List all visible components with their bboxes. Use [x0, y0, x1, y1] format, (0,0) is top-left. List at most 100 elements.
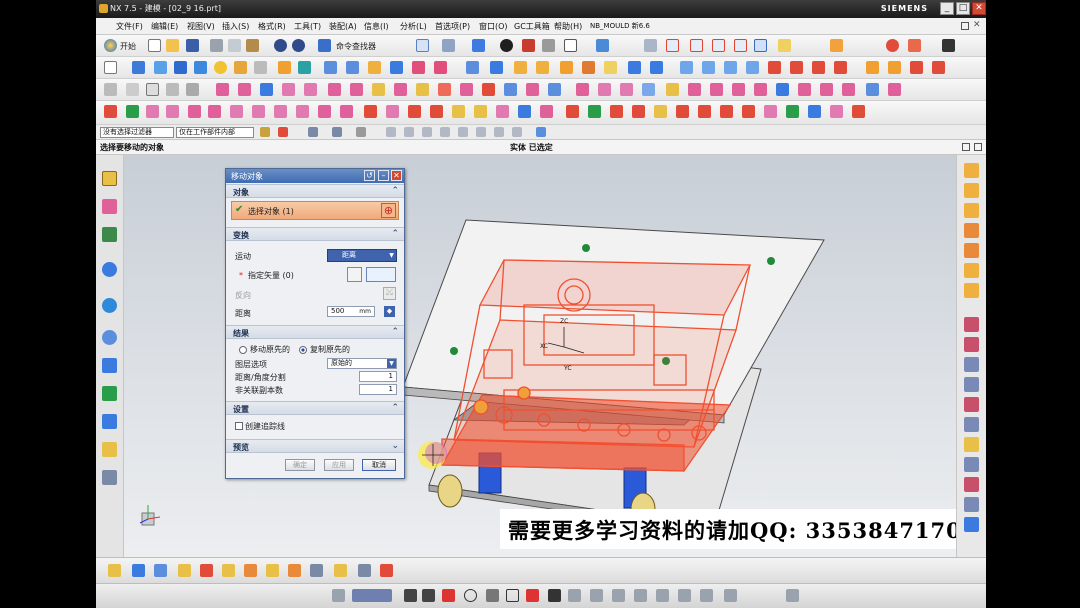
profile-icon[interactable]	[404, 589, 417, 602]
internet-explorer-icon[interactable]	[102, 262, 117, 277]
curve-icon-2[interactable]	[888, 61, 901, 74]
copy-original-radio[interactable]	[299, 346, 307, 354]
background-icon[interactable]	[564, 39, 577, 52]
view-bottom-icon[interactable]	[964, 263, 979, 278]
snap-point-icon[interactable]	[778, 39, 791, 52]
measure-icon[interactable]	[644, 39, 657, 52]
point-snap-icon-1[interactable]	[666, 39, 679, 52]
mold-tool-icon-2[interactable]	[964, 337, 979, 352]
view-front-icon[interactable]	[964, 203, 979, 218]
graphics-window[interactable]: XC YC ZC 移动对象 ↺ – ✕ 对象 ⌃ ✔ 选择对象 (1) ⊕ 变换…	[124, 155, 956, 557]
shell-icon[interactable]	[560, 61, 573, 74]
mould-icon-7[interactable]	[238, 83, 251, 96]
select-object-crosshair-icon[interactable]: ⊕	[381, 203, 396, 218]
start-button[interactable]: 开始	[120, 41, 136, 52]
spline-icon[interactable]	[908, 39, 921, 52]
menu-tools[interactable]: 工具(T)	[294, 21, 321, 32]
cone-icon[interactable]	[234, 61, 247, 74]
mold-tool-icon-11[interactable]	[964, 517, 979, 532]
shaded-edges-icon[interactable]	[500, 39, 513, 52]
menu-gc-toolbox[interactable]: GC工具箱	[514, 21, 550, 32]
settings-group-header[interactable]: 设置 ⌃	[226, 401, 404, 415]
edit-icon-1[interactable]	[104, 105, 117, 118]
edit-icon-11[interactable]	[318, 105, 331, 118]
mould-icon-27[interactable]	[688, 83, 701, 96]
mould-icon-29[interactable]	[732, 83, 745, 96]
pad-icon[interactable]	[324, 61, 337, 74]
chevron-down-icon[interactable]: ▼	[387, 359, 396, 368]
sketch-icon[interactable]	[104, 61, 117, 74]
surface-icon-6[interactable]	[790, 61, 803, 74]
mould-icon-28[interactable]	[710, 83, 723, 96]
edge-blend-icon[interactable]	[514, 61, 527, 74]
roles-icon[interactable]	[102, 442, 117, 457]
layer-option-select[interactable]: 原始的 ▼	[327, 358, 397, 369]
edit-icon-2[interactable]	[126, 105, 139, 118]
edit-icon-34[interactable]	[830, 105, 843, 118]
collapse-icon[interactable]: ⌃	[391, 229, 399, 239]
mould-icon-9[interactable]	[282, 83, 295, 96]
boss-icon[interactable]	[278, 61, 291, 74]
mould-icon-15[interactable]	[416, 83, 429, 96]
edit-icon-18[interactable]	[474, 105, 487, 118]
assembly-icon-6[interactable]	[222, 564, 235, 577]
cut-icon[interactable]	[210, 39, 223, 52]
snap-icon-2[interactable]	[404, 127, 414, 137]
pocket-icon[interactable]	[298, 61, 311, 74]
sphere-icon[interactable]	[214, 61, 227, 74]
selection-filter-icon-1[interactable]	[260, 127, 270, 137]
apply-button[interactable]: 应用	[324, 459, 354, 471]
point-snap-icon-3[interactable]	[712, 39, 725, 52]
assembly-icon-10[interactable]	[310, 564, 323, 577]
mold-tool-icon-6[interactable]	[964, 417, 979, 432]
mould-icon-36[interactable]	[888, 83, 901, 96]
snap-icon-4[interactable]	[440, 127, 450, 137]
cylinder-icon[interactable]	[194, 61, 207, 74]
edit-icon-4[interactable]	[166, 105, 179, 118]
edit-icon-28[interactable]	[698, 105, 711, 118]
assembly-icon-5[interactable]	[200, 564, 213, 577]
snap-icon-8[interactable]	[512, 127, 522, 137]
constraint-navigator-icon[interactable]	[102, 199, 117, 214]
undo-icon[interactable]	[274, 39, 287, 52]
sketch-extra-icon[interactable]	[724, 589, 737, 602]
assembly-icon-13[interactable]	[380, 564, 393, 577]
sketch-tool-icon-2[interactable]	[352, 589, 392, 602]
mould-icon-24[interactable]	[620, 83, 633, 96]
edit-icon-26[interactable]	[654, 105, 667, 118]
type-filter-select[interactable]: 没有选择过滤器	[100, 127, 174, 138]
selection-filter-icon-3[interactable]	[308, 127, 318, 137]
groove-icon[interactable]	[368, 61, 381, 74]
selected-mold-plate-wireframe[interactable]	[440, 259, 752, 472]
system-scenes-icon[interactable]	[102, 470, 117, 485]
arc-tool-icon[interactable]	[442, 589, 455, 602]
mould-icon-11[interactable]	[328, 83, 341, 96]
command-finder-icon[interactable]	[318, 39, 331, 52]
new-file-icon[interactable]	[148, 39, 161, 52]
expand-icon[interactable]: ⌄	[391, 441, 399, 451]
menu-nb-mould[interactable]: NB_MOULD 新6.6	[590, 21, 650, 31]
mould-icon-4[interactable]	[166, 83, 179, 96]
mould-icon-5[interactable]	[186, 83, 199, 96]
curve-icon-4[interactable]	[932, 61, 945, 74]
view-left-icon[interactable]	[964, 243, 979, 258]
menu-file[interactable]: 文件(F)	[116, 21, 143, 32]
edit-icon-20[interactable]	[518, 105, 531, 118]
selection-filter-icon-5[interactable]	[356, 127, 366, 137]
mould-icon-30[interactable]	[754, 83, 767, 96]
circle-tool-icon[interactable]	[464, 589, 477, 602]
point-snap-icon-2[interactable]	[690, 39, 703, 52]
layer-icon[interactable]	[596, 39, 609, 52]
mould-icon-22[interactable]	[576, 83, 589, 96]
motion-select[interactable]: 距离 ▼	[327, 249, 397, 262]
dialog-close-icon[interactable]: ✕	[391, 170, 402, 181]
collapse-icon[interactable]: ⌃	[391, 186, 399, 196]
menu-restore-icon[interactable]	[961, 22, 969, 30]
mould-icon-31[interactable]	[776, 83, 789, 96]
intersect-icon[interactable]	[434, 61, 447, 74]
edit-icon-12[interactable]	[340, 105, 353, 118]
chevron-down-icon[interactable]: ▼	[387, 250, 396, 261]
arc-icon[interactable]	[886, 39, 899, 52]
hole-icon[interactable]	[254, 61, 267, 74]
mould-icon-21[interactable]	[548, 83, 561, 96]
